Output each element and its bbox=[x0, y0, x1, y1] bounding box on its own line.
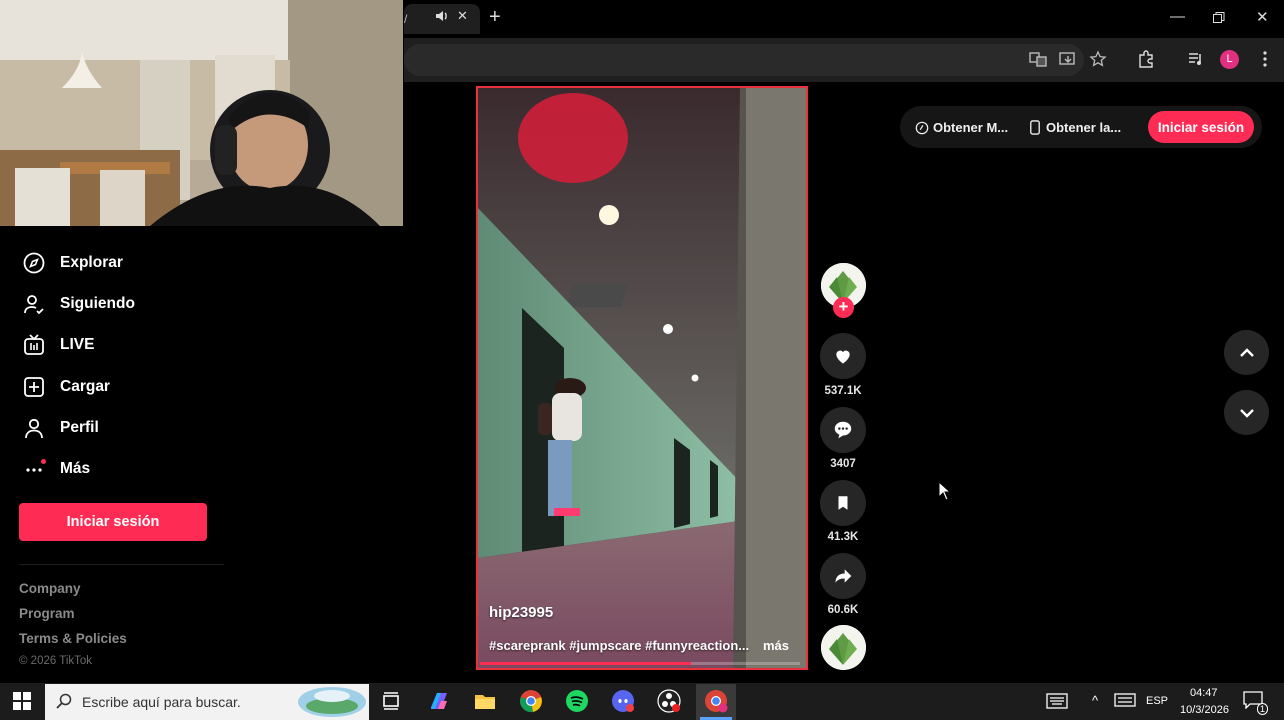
coins-icon bbox=[915, 121, 929, 134]
profile-avatar[interactable]: L bbox=[1220, 50, 1239, 69]
music-disc-avatar[interactable] bbox=[821, 625, 866, 670]
chrome-icon[interactable] bbox=[519, 689, 543, 713]
mouse-cursor-icon bbox=[938, 481, 952, 501]
compass-icon bbox=[20, 249, 48, 277]
phone-icon bbox=[1030, 120, 1040, 135]
sidebar-login-button[interactable]: Iniciar sesión bbox=[19, 503, 207, 541]
video-frame bbox=[478, 88, 806, 668]
profile-icon bbox=[20, 414, 48, 442]
previous-video-button[interactable] bbox=[1224, 330, 1269, 375]
video-progress-fill bbox=[480, 662, 692, 665]
user-follow-icon bbox=[20, 290, 48, 318]
header-login-button[interactable]: Iniciar sesión bbox=[1148, 111, 1254, 143]
video-progress-bar[interactable] bbox=[480, 662, 800, 665]
install-app-icon[interactable] bbox=[1059, 50, 1077, 68]
discord-icon[interactable] bbox=[611, 689, 635, 713]
file-explorer-icon[interactable] bbox=[473, 689, 497, 713]
comment-count: 3407 bbox=[830, 458, 856, 470]
copyright-text: © 2026 TikTok bbox=[19, 655, 93, 667]
sidebar-item-label: Explorar bbox=[60, 254, 123, 271]
sidebar-divider bbox=[19, 564, 224, 565]
footer-link-program[interactable]: Program bbox=[19, 606, 75, 621]
footer-link-terms[interactable]: Terms & Policies bbox=[19, 631, 127, 646]
get-app-label: Obtener M... bbox=[933, 120, 1009, 135]
share-arrow-icon bbox=[835, 569, 852, 583]
notification-dot bbox=[41, 459, 46, 464]
copilot-icon[interactable] bbox=[427, 689, 451, 713]
like-count: 537.1K bbox=[824, 385, 862, 397]
speaker-icon[interactable] bbox=[434, 8, 450, 24]
footer-link-company[interactable]: Company bbox=[19, 581, 81, 596]
upload-plus-icon bbox=[20, 373, 48, 401]
task-view-icon[interactable] bbox=[379, 689, 403, 713]
get-mobile-app-button[interactable]: Obtener la... bbox=[1029, 120, 1121, 135]
next-video-button[interactable] bbox=[1224, 390, 1269, 435]
search-icon bbox=[56, 693, 72, 709]
translate-icon[interactable] bbox=[1029, 50, 1047, 68]
tab-close-icon[interactable]: ✕ bbox=[457, 8, 468, 24]
bookmark-icon bbox=[838, 496, 848, 510]
chevron-down-icon bbox=[1239, 408, 1254, 418]
heart-icon bbox=[836, 350, 850, 364]
sidebar-item-label: Más bbox=[60, 460, 91, 477]
video-player[interactable] bbox=[476, 86, 808, 670]
extensions-icon[interactable] bbox=[1137, 50, 1155, 68]
obs-icon[interactable] bbox=[657, 689, 681, 713]
chrome-profile-icon[interactable] bbox=[704, 689, 728, 713]
sidebar-item-perfil[interactable]: Perfil bbox=[20, 414, 99, 442]
comment-bubble-icon bbox=[834, 421, 852, 439]
notification-badge: 1 bbox=[1257, 703, 1269, 715]
webcam-feed bbox=[0, 0, 403, 226]
tray-expand-icon[interactable]: ^ bbox=[1092, 693, 1098, 708]
taskbar-search-placeholder: Escribe aquí para buscar. bbox=[82, 694, 241, 710]
tab-edge: / bbox=[404, 12, 408, 26]
search-highlight-image bbox=[298, 687, 366, 717]
window-close-icon[interactable]: ✕ bbox=[1256, 8, 1269, 26]
share-button[interactable] bbox=[820, 553, 866, 599]
share-count: 60.6K bbox=[827, 604, 859, 616]
new-tab-icon[interactable]: + bbox=[489, 6, 501, 28]
sidebar-item-explorar[interactable]: Explorar bbox=[20, 249, 123, 277]
save-count: 41.3K bbox=[827, 531, 859, 543]
get-mobile-label: Obtener la... bbox=[1046, 120, 1122, 135]
follow-plus-icon[interactable]: + bbox=[833, 297, 854, 318]
video-username[interactable]: hip23995 bbox=[489, 604, 553, 621]
address-bar[interactable] bbox=[404, 44, 1084, 76]
webcam-overlay bbox=[0, 0, 403, 226]
bookmark-star-icon[interactable] bbox=[1089, 50, 1107, 68]
keyboard-layout-icon[interactable] bbox=[1046, 693, 1068, 709]
minimize-icon[interactable]: — bbox=[1170, 8, 1185, 25]
get-app-button[interactable]: Obtener M... bbox=[915, 120, 1008, 135]
clock-time[interactable]: 04:47 bbox=[1190, 687, 1218, 699]
sidebar-item-label: Cargar bbox=[60, 378, 110, 395]
sidebar-item-label: Perfil bbox=[60, 419, 99, 436]
screen: { "colors": { "brand": "#fe2c55", "backg… bbox=[0, 0, 1284, 720]
caption-more-link[interactable]: más bbox=[763, 638, 789, 653]
touch-keyboard-icon[interactable] bbox=[1114, 693, 1136, 707]
sidebar-item-cargar[interactable]: Cargar bbox=[20, 373, 110, 401]
live-tv-icon bbox=[20, 331, 48, 359]
chevron-up-icon bbox=[1239, 347, 1254, 357]
sidebar-item-label: LIVE bbox=[60, 336, 95, 353]
windows-start-icon[interactable] bbox=[13, 692, 31, 710]
like-button[interactable] bbox=[820, 333, 866, 379]
sidebar-item-live[interactable]: LIVE bbox=[20, 331, 94, 359]
language-indicator[interactable]: ESP bbox=[1146, 695, 1168, 707]
clock-date[interactable]: 10/3/2026 bbox=[1180, 704, 1229, 716]
sidebar-item-siguiendo[interactable]: Siguiendo bbox=[20, 290, 135, 318]
sidebar-item-mas[interactable]: Más bbox=[20, 455, 90, 483]
sidebar-item-label: Siguiendo bbox=[60, 295, 135, 312]
comment-button[interactable] bbox=[820, 407, 866, 453]
browser-menu-icon[interactable] bbox=[1256, 50, 1274, 68]
media-control-icon[interactable] bbox=[1187, 50, 1205, 68]
restore-icon[interactable] bbox=[1213, 12, 1225, 24]
save-button[interactable] bbox=[820, 480, 866, 526]
spotify-icon[interactable] bbox=[565, 689, 589, 713]
video-caption[interactable]: #scareprank #jumpscare #funnyreaction... bbox=[489, 638, 749, 653]
